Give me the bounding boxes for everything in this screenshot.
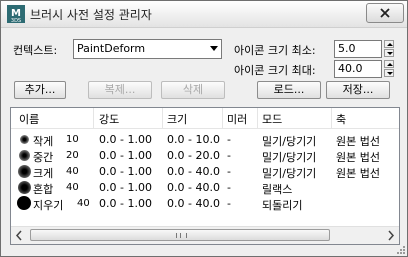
title-bar[interactable]: M 3DS 브러시 사전 설정 관리자 bbox=[1, 1, 407, 28]
svg-text:3DS: 3DS bbox=[11, 18, 21, 23]
row-number: 10 bbox=[66, 134, 79, 145]
window-title: 브러시 사전 설정 관리자 bbox=[30, 8, 152, 22]
row-axis: 원본 법선 bbox=[336, 135, 380, 148]
load-button[interactable]: 로드... bbox=[257, 81, 321, 99]
spinner-up-button[interactable] bbox=[384, 40, 394, 48]
spinner-down-button[interactable] bbox=[384, 49, 394, 57]
close-button[interactable] bbox=[366, 3, 404, 23]
icon-size-max-field[interactable]: 40.0 bbox=[334, 60, 382, 78]
arrow-up-icon bbox=[387, 43, 393, 46]
row-number: 20 bbox=[66, 150, 79, 161]
row-size: 0.0 - 20.0 bbox=[167, 149, 220, 162]
arrow-down-icon bbox=[387, 72, 393, 75]
row-number: 40 bbox=[66, 166, 79, 177]
app-3ds-max-icon: M 3DS bbox=[7, 5, 25, 23]
row-name: 지우기 bbox=[33, 199, 64, 212]
row-name: 중간 bbox=[33, 151, 54, 164]
icon-size-max-spinner[interactable] bbox=[384, 60, 394, 78]
row-mode: 밀기/당기기 bbox=[262, 167, 317, 180]
brush-preview-icon bbox=[18, 165, 31, 178]
spinner-down-button[interactable] bbox=[384, 69, 394, 77]
row-number: 40 bbox=[77, 198, 90, 209]
row-mode: 되돌리기 bbox=[262, 199, 303, 212]
brush-preview-icon bbox=[17, 196, 31, 210]
row-name: 크게 bbox=[33, 167, 54, 180]
row-axis: 원본 법선 bbox=[336, 151, 380, 164]
icon-size-max-value: 40.0 bbox=[338, 62, 363, 75]
row-strength: 0.0 - 1.00 bbox=[99, 181, 152, 194]
row-mirror: - bbox=[227, 149, 231, 162]
column-divider[interactable] bbox=[222, 108, 223, 128]
icon-size-min-value: 5.0 bbox=[338, 42, 356, 55]
grip-icon bbox=[176, 233, 187, 238]
row-mirror: - bbox=[227, 165, 231, 178]
row-name: 혼합 bbox=[33, 183, 54, 196]
row-mode: 릴랙스 bbox=[262, 183, 293, 196]
context-value: PaintDeform bbox=[77, 42, 146, 55]
icon-size-min-field[interactable]: 5.0 bbox=[334, 40, 382, 58]
row-number: 40 bbox=[66, 182, 79, 193]
table-row[interactable]: 크게 40 0.0 - 1.00 0.0 - 40.0 - 밀기/당기기 원본 … bbox=[11, 164, 399, 180]
close-icon bbox=[380, 8, 390, 18]
scroll-right-icon[interactable] bbox=[382, 227, 399, 244]
row-mode: 밀기/당기기 bbox=[262, 151, 317, 164]
icon-size-min-spinner[interactable] bbox=[384, 40, 394, 58]
brush-preview-icon bbox=[20, 135, 29, 144]
icon-size-min-label: 아이콘 크기 최소: bbox=[234, 44, 316, 57]
add-button[interactable]: 추가... bbox=[14, 81, 66, 99]
brush-preset-manager-window: M 3DS 브러시 사전 설정 관리자 컨텍스트: PaintDeform 아이… bbox=[0, 0, 408, 257]
column-header-name[interactable]: 이름 bbox=[19, 111, 39, 127]
row-axis: 원본 법선 bbox=[336, 167, 380, 180]
row-size: 0.0 - 40.0 bbox=[167, 165, 220, 178]
save-button[interactable]: 저장... bbox=[326, 81, 390, 99]
table-row[interactable]: 중간 20 0.0 - 1.00 0.0 - 20.0 - 밀기/당기기 원본 … bbox=[11, 148, 399, 164]
row-strength: 0.0 - 1.00 bbox=[99, 133, 152, 146]
column-divider[interactable] bbox=[331, 108, 332, 128]
preset-list[interactable]: 이름 강도 크기 미러 모드 축 작게 10 0.0 - 1.00 0.0 - … bbox=[10, 107, 400, 245]
icon-size-max-label: 아이콘 크기 최대: bbox=[234, 64, 316, 77]
delete-button[interactable]: 삭제 bbox=[161, 81, 225, 99]
scroll-left-icon[interactable] bbox=[11, 227, 28, 244]
column-header-strength[interactable]: 강도 bbox=[99, 111, 119, 127]
column-divider[interactable] bbox=[257, 108, 258, 128]
row-size: 0.0 - 10.0 bbox=[167, 133, 220, 146]
column-header-size[interactable]: 크기 bbox=[167, 111, 187, 127]
scrollbar-thumb[interactable] bbox=[30, 229, 330, 241]
arrow-down-icon bbox=[387, 52, 393, 55]
arrow-up-icon bbox=[387, 63, 393, 66]
row-size: 0.0 - 40.0 bbox=[167, 197, 220, 210]
row-mirror: - bbox=[227, 181, 231, 194]
brush-preview-icon bbox=[19, 150, 30, 161]
context-dropdown[interactable]: PaintDeform bbox=[73, 39, 222, 59]
row-size: 0.0 - 40.0 bbox=[167, 181, 220, 194]
chevron-down-icon bbox=[210, 46, 218, 51]
resize-grip-icon[interactable] bbox=[395, 244, 405, 254]
column-divider[interactable] bbox=[93, 108, 94, 128]
row-strength: 0.0 - 1.00 bbox=[99, 165, 152, 178]
column-header-mirror[interactable]: 미러 bbox=[227, 111, 247, 127]
duplicate-button[interactable]: 복제... bbox=[88, 81, 152, 99]
row-mirror: - bbox=[227, 197, 231, 210]
column-header-axis[interactable]: 축 bbox=[336, 111, 346, 127]
spinner-up-button[interactable] bbox=[384, 60, 394, 68]
table-row[interactable]: 혼합 40 0.0 - 1.00 0.0 - 40.0 - 릴랙스 bbox=[11, 180, 399, 196]
row-strength: 0.0 - 1.00 bbox=[99, 197, 152, 210]
row-mirror: - bbox=[227, 133, 231, 146]
column-header-mode[interactable]: 모드 bbox=[262, 111, 282, 127]
row-mode: 밀기/당기기 bbox=[262, 135, 317, 148]
column-divider[interactable] bbox=[162, 108, 163, 128]
row-name: 작게 bbox=[33, 135, 54, 148]
row-strength: 0.0 - 1.00 bbox=[99, 149, 152, 162]
brush-preview-icon bbox=[18, 181, 31, 194]
horizontal-scrollbar[interactable] bbox=[11, 226, 399, 244]
table-row[interactable]: 작게 10 0.0 - 1.00 0.0 - 10.0 - 밀기/당기기 원본 … bbox=[11, 132, 399, 148]
table-row[interactable]: 지우기 40 0.0 - 1.00 0.0 - 40.0 - 되돌리기 bbox=[11, 196, 399, 212]
list-header: 이름 강도 크기 미러 모드 축 bbox=[11, 108, 399, 129]
context-label: 컨텍스트: bbox=[13, 44, 58, 57]
